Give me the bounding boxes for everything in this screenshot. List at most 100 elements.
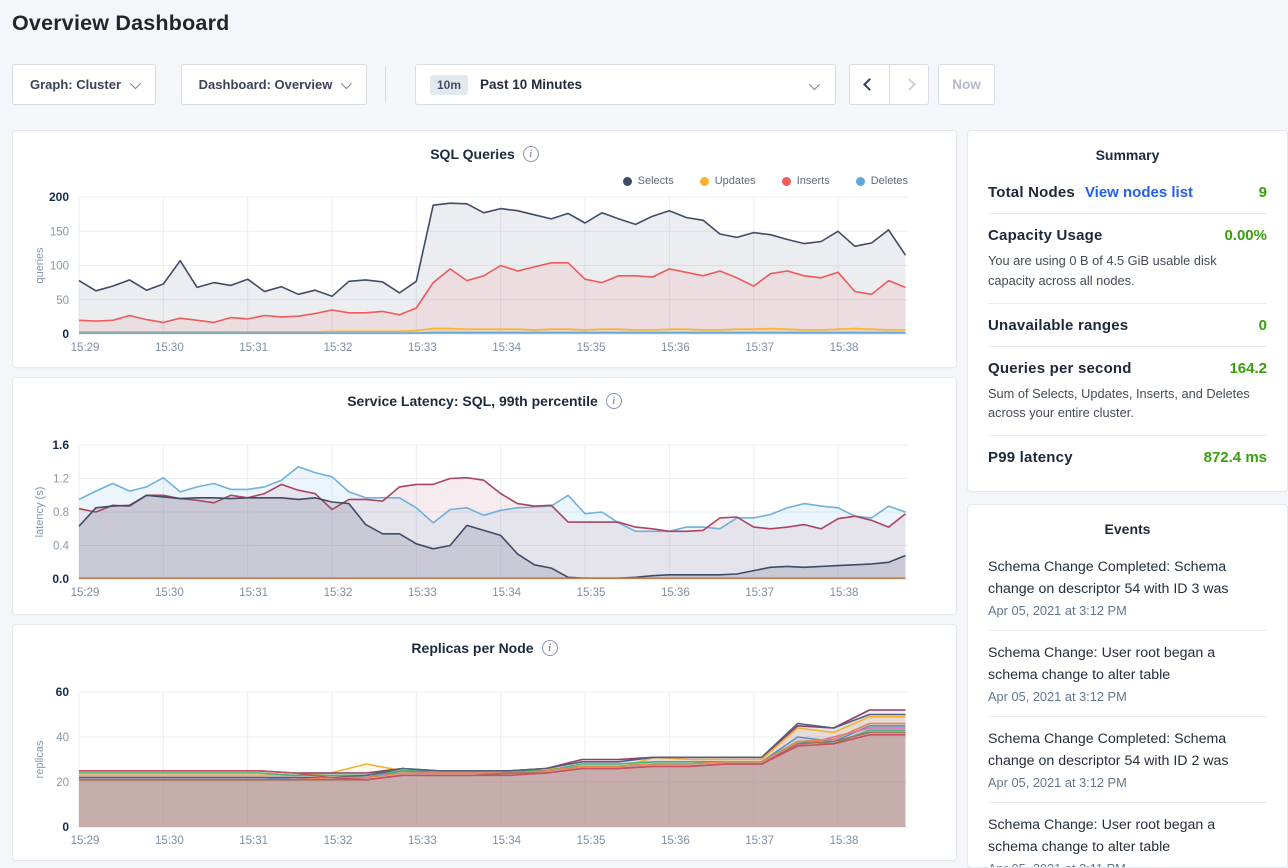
svg-text:15:37: 15:37 xyxy=(745,587,774,599)
summary-label: P99 latency xyxy=(988,449,1073,466)
summary-value: 0.00% xyxy=(1224,227,1267,244)
chart-title: SQL Queries xyxy=(430,146,515,162)
summary-label: Capacity Usage xyxy=(988,227,1103,244)
svg-text:15:36: 15:36 xyxy=(661,835,690,847)
event-item: Schema Change Completed: Schema change o… xyxy=(988,545,1267,631)
svg-text:15:34: 15:34 xyxy=(492,835,521,847)
sql-queries-chart: 05010015020015:2915:3015:3115:3215:3315:… xyxy=(13,191,956,366)
view-nodes-list-link[interactable]: View nodes list xyxy=(1085,184,1193,201)
sql-queries-chart-panel: SQL Queries Selects Updates Inserts Deletes… xyxy=(12,130,957,368)
time-step-group xyxy=(849,64,929,105)
replicas-per-node-chart: 020406015:2915:3015:3115:3215:3315:3415:… xyxy=(13,685,956,860)
svg-text:15:30: 15:30 xyxy=(155,587,184,599)
legend-label: Selects xyxy=(638,175,674,187)
time-range-badge: 10m xyxy=(430,75,468,95)
svg-text:15:36: 15:36 xyxy=(661,342,690,354)
svg-text:15:32: 15:32 xyxy=(324,835,353,847)
service-latency-chart: 0.00.40.81.21.615:2915:3015:3115:3215:33… xyxy=(13,438,956,613)
summary-label: Unavailable ranges xyxy=(988,317,1128,334)
svg-text:15:33: 15:33 xyxy=(408,835,437,847)
page-title: Overview Dashboard xyxy=(12,11,230,36)
summary-row-p99-latency: P99 latency 872.4 ms xyxy=(988,436,1267,478)
summary-value: 0 xyxy=(1259,317,1267,334)
next-time-button[interactable] xyxy=(889,65,928,104)
time-range-picker[interactable]: 10m Past 10 Minutes xyxy=(415,64,836,105)
svg-text:0: 0 xyxy=(62,820,69,834)
svg-text:0.4: 0.4 xyxy=(53,541,70,553)
y-axis-label: latency (s) xyxy=(34,487,46,538)
chevron-down-icon xyxy=(341,77,352,88)
svg-text:15:30: 15:30 xyxy=(155,835,184,847)
legend-item-Inserts: Inserts xyxy=(782,175,830,187)
event-text[interactable]: Schema Change Completed: Schema change o… xyxy=(988,556,1246,600)
replicas-per-node-chart-panel: Replicas per Node 020406015:2915:3015:31… xyxy=(12,624,957,861)
event-item: Schema Change: User root began a schema … xyxy=(988,803,1267,868)
chevron-down-icon xyxy=(809,79,820,90)
info-icon[interactable] xyxy=(542,640,558,656)
svg-text:100: 100 xyxy=(50,261,69,273)
summary-caption: You are using 0 B of 4.5 GiB usable disk… xyxy=(988,251,1267,291)
legend-item-Selects: Selects xyxy=(623,175,674,187)
svg-text:15:31: 15:31 xyxy=(239,835,268,847)
svg-text:15:32: 15:32 xyxy=(324,342,353,354)
svg-text:20: 20 xyxy=(56,777,69,789)
svg-text:15:33: 15:33 xyxy=(408,342,437,354)
legend-dot xyxy=(700,177,709,186)
svg-text:15:35: 15:35 xyxy=(577,835,606,847)
legend-label: Deletes xyxy=(871,175,908,187)
svg-text:15:38: 15:38 xyxy=(830,587,859,599)
toolbar-divider xyxy=(385,66,386,103)
svg-text:40: 40 xyxy=(56,732,69,744)
dashboard-dropdown-label: Dashboard: Overview xyxy=(199,77,333,92)
svg-text:15:33: 15:33 xyxy=(408,587,437,599)
svg-text:200: 200 xyxy=(49,191,69,204)
svg-text:0.0: 0.0 xyxy=(52,572,69,586)
event-timestamp: Apr 05, 2021 at 3:11 PM xyxy=(988,861,1267,868)
legend-dot xyxy=(623,177,632,186)
summary-title: Summary xyxy=(988,147,1267,171)
dashboard-dropdown[interactable]: Dashboard: Overview xyxy=(181,64,367,105)
chevron-down-icon xyxy=(130,77,141,88)
summary-value: 9 xyxy=(1259,184,1267,201)
svg-text:15:37: 15:37 xyxy=(745,835,774,847)
event-timestamp: Apr 05, 2021 at 3:12 PM xyxy=(988,775,1267,790)
summary-label: Queries per second xyxy=(988,360,1132,377)
svg-text:15:38: 15:38 xyxy=(830,342,859,354)
y-axis-label: queries xyxy=(34,247,46,284)
svg-text:15:37: 15:37 xyxy=(745,342,774,354)
event-timestamp: Apr 05, 2021 at 3:12 PM xyxy=(988,689,1267,704)
summary-label: Total Nodes xyxy=(988,184,1075,201)
graph-dropdown[interactable]: Graph: Cluster xyxy=(12,64,156,105)
svg-text:0.8: 0.8 xyxy=(53,507,69,519)
summary-row-total-nodes: Total Nodes View nodes list 9 xyxy=(988,171,1267,214)
now-button[interactable]: Now xyxy=(938,64,995,105)
event-text[interactable]: Schema Change Completed: Schema change o… xyxy=(988,728,1246,772)
summary-row-capacity-usage: Capacity Usage 0.00% You are using 0 B o… xyxy=(988,214,1267,304)
svg-text:15:29: 15:29 xyxy=(71,587,100,599)
svg-text:1.2: 1.2 xyxy=(53,474,69,486)
legend-label: Updates xyxy=(715,175,756,187)
legend-item-Deletes: Deletes xyxy=(856,175,908,187)
chart-title: Replicas per Node xyxy=(411,640,533,656)
event-timestamp: Apr 05, 2021 at 3:12 PM xyxy=(988,603,1267,618)
info-icon[interactable] xyxy=(523,146,539,162)
svg-text:15:35: 15:35 xyxy=(577,587,606,599)
svg-text:15:31: 15:31 xyxy=(239,342,268,354)
summary-value: 872.4 ms xyxy=(1204,449,1267,466)
y-axis-label: replicas xyxy=(34,740,46,778)
summary-row-queries-per-second: Queries per second 164.2 Sum of Selects,… xyxy=(988,347,1267,437)
time-range-label: Past 10 Minutes xyxy=(480,77,582,92)
chevron-left-icon xyxy=(863,78,876,91)
summary-row-unavailable-ranges: Unavailable ranges 0 xyxy=(988,304,1267,347)
event-text[interactable]: Schema Change: User root began a schema … xyxy=(988,642,1246,686)
info-icon[interactable] xyxy=(606,393,622,409)
chevron-right-icon xyxy=(903,78,916,91)
event-item: Schema Change Completed: Schema change o… xyxy=(988,717,1267,803)
summary-caption: Sum of Selects, Updates, Inserts, and De… xyxy=(988,384,1267,424)
svg-text:15:34: 15:34 xyxy=(492,587,521,599)
chart-legend: Selects Updates Inserts Deletes xyxy=(623,175,908,187)
svg-text:15:35: 15:35 xyxy=(577,342,606,354)
event-text[interactable]: Schema Change: User root began a schema … xyxy=(988,814,1246,858)
prev-time-button[interactable] xyxy=(850,65,889,104)
summary-value: 164.2 xyxy=(1229,360,1267,377)
